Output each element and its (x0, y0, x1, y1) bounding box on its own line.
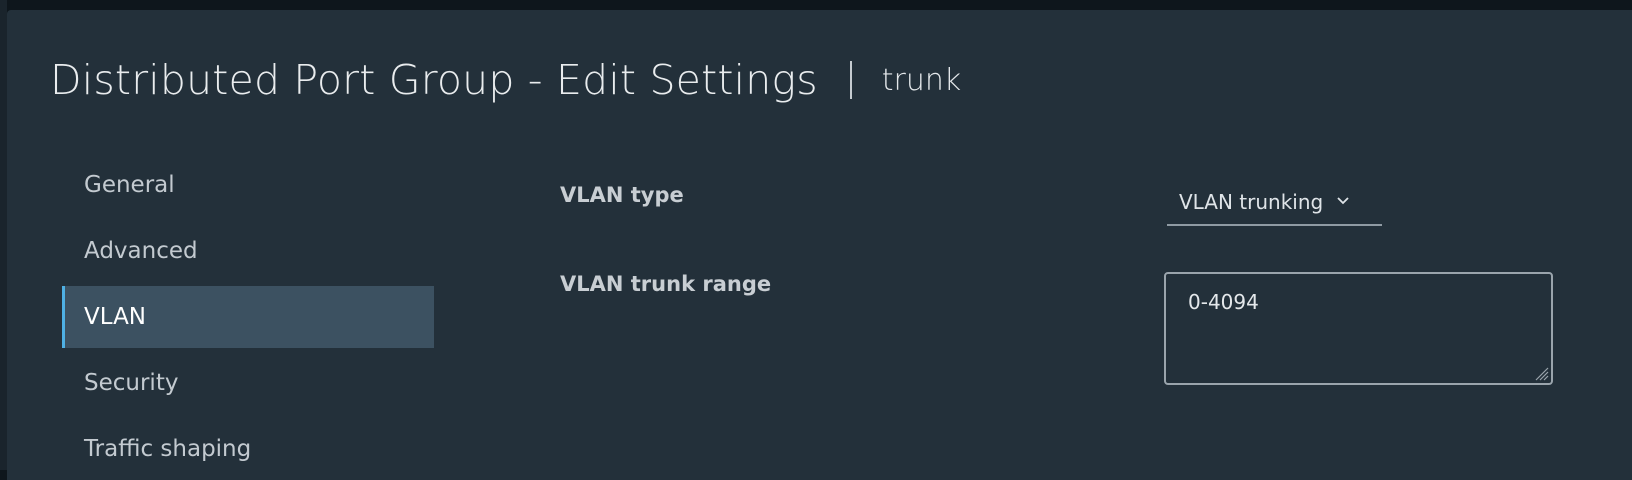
nav-item-traffic-shaping[interactable]: Traffic shaping (62, 418, 434, 480)
dialog-header: Distributed Port Group - Edit Settings t… (50, 50, 961, 110)
background-strip (0, 0, 7, 470)
nav-item-advanced[interactable]: Advanced (62, 220, 434, 282)
vlan-trunk-range-field[interactable] (1164, 272, 1553, 385)
vlan-type-label: VLAN type (560, 183, 684, 207)
resize-handle-icon[interactable] (1533, 365, 1549, 381)
dialog-title: Distributed Port Group - Edit Settings (50, 56, 818, 104)
chevron-down-icon (1337, 197, 1349, 205)
vlan-trunk-range-label: VLAN trunk range (560, 272, 772, 296)
nav-item-security[interactable]: Security (62, 352, 434, 414)
title-divider (849, 61, 852, 99)
nav-item-label: Advanced (84, 238, 198, 264)
nav-item-label: VLAN (84, 304, 147, 330)
settings-nav: General Advanced VLAN Security Traffic s… (62, 154, 434, 480)
nav-item-label: General (84, 172, 175, 198)
dialog-subtitle: trunk (881, 62, 962, 98)
nav-item-label: Traffic shaping (84, 436, 252, 462)
nav-item-general[interactable]: General (62, 154, 434, 216)
edit-settings-dialog: Distributed Port Group - Edit Settings t… (7, 10, 1632, 480)
nav-item-vlan[interactable]: VLAN (62, 286, 434, 348)
nav-item-label: Security (84, 370, 179, 396)
vlan-trunk-range-input[interactable] (1166, 274, 1551, 383)
vlan-type-value: VLAN trunking (1179, 190, 1324, 214)
vlan-type-select[interactable]: VLAN trunking (1167, 180, 1382, 226)
